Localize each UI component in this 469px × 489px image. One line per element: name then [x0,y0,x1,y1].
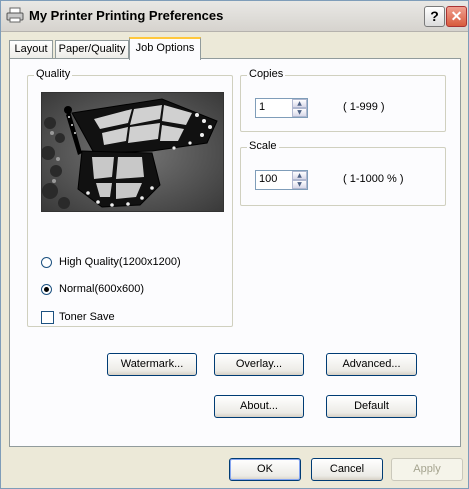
normal-quality-label: Normal(600x600) [59,283,144,295]
scale-group: Scale 100 ▲ ▼ ( 1-1000 % ) [240,140,446,206]
scale-up-arrow-icon[interactable]: ▲ [292,171,307,180]
printer-icon [6,7,24,23]
copies-value[interactable]: 1 [259,101,265,113]
toner-save-label: Toner Save [59,311,115,323]
butterfly-image [42,93,223,211]
scale-spin-buttons: ▲ ▼ [292,171,307,189]
copies-range: ( 1-999 ) [343,101,385,113]
copies-group: Copies 1 ▲ ▼ ( 1-999 ) [240,68,446,132]
job-options-panel: Quality High Quality(1200x1200) Normal(6… [9,58,461,447]
scale-range: ( 1-1000 % ) [343,173,404,185]
toner-save-checkbox[interactable] [41,311,54,324]
quality-group: Quality High Quality(1200x1200) Normal(6… [27,68,233,327]
copies-spinner[interactable]: 1 ▲ ▼ [255,98,308,118]
overlay-button[interactable]: Overlay... [214,353,304,376]
high-quality-radio[interactable] [41,257,52,268]
copies-spin-buttons: ▲ ▼ [292,99,307,117]
quality-legend: Quality [34,68,73,80]
watermark-button[interactable]: Watermark... [107,353,197,376]
scale-legend: Scale [247,140,279,152]
scale-spinner[interactable]: 100 ▲ ▼ [255,170,308,190]
close-button[interactable]: ✕ [446,6,467,27]
high-quality-label: High Quality(1200x1200) [59,256,181,268]
default-button[interactable]: Default [326,395,417,418]
tab-layout[interactable]: Layout [9,40,53,59]
tab-paper-quality[interactable]: Paper/Quality [55,40,129,59]
scale-value[interactable]: 100 [259,173,277,185]
help-button[interactable]: ? [424,6,445,27]
advanced-button[interactable]: Advanced... [326,353,417,376]
quality-preview-image [41,92,224,212]
window-title: My Printer Printing Preferences [29,8,224,23]
about-button[interactable]: About... [214,395,304,418]
tab-job-options[interactable]: Job Options [129,37,201,60]
copies-down-arrow-icon[interactable]: ▼ [292,108,307,117]
printing-preferences-window: My Printer Printing Preferences ? ✕ Layo… [0,0,469,489]
scale-down-arrow-icon[interactable]: ▼ [292,180,307,189]
cancel-button[interactable]: Cancel [311,458,383,481]
normal-quality-radio[interactable] [41,284,52,295]
copies-up-arrow-icon[interactable]: ▲ [292,99,307,108]
title-bar[interactable]: My Printer Printing Preferences ? ✕ [1,1,468,32]
apply-button[interactable]: Apply [391,458,463,481]
ok-button[interactable]: OK [229,458,301,481]
copies-legend: Copies [247,68,286,80]
